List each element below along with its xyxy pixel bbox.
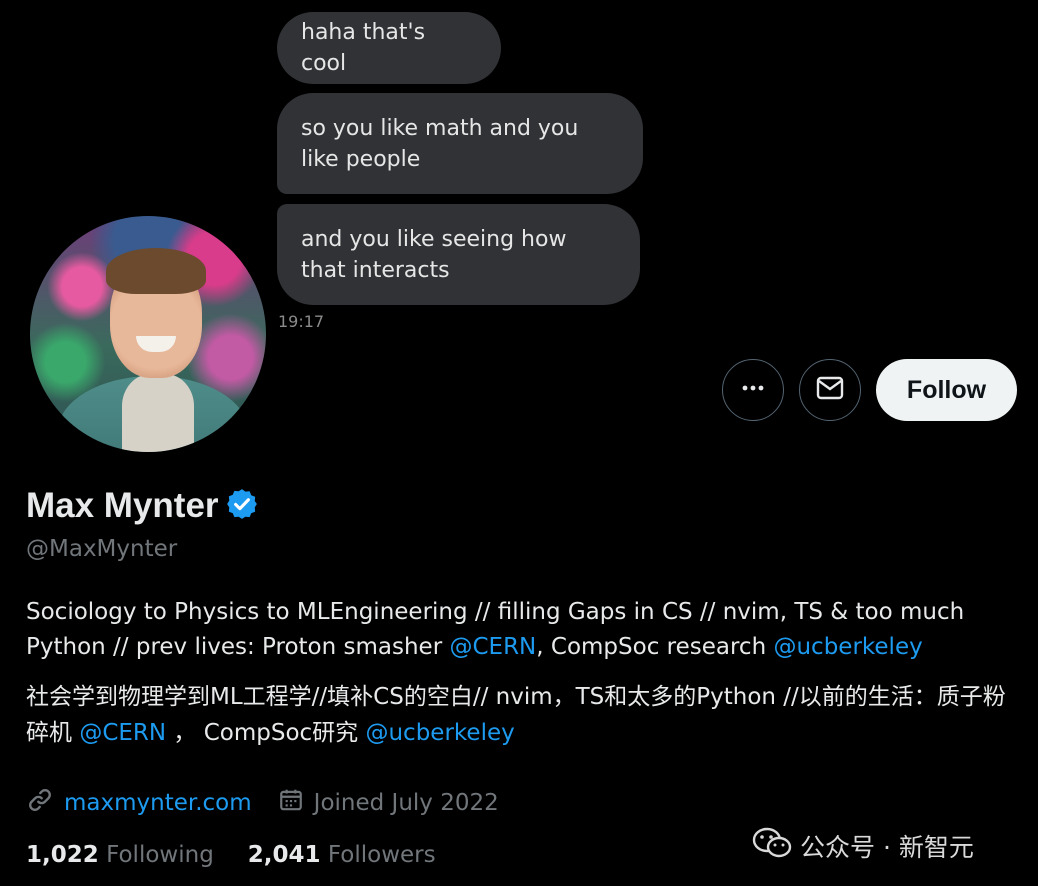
followers-stat[interactable]: 2,041 Followers bbox=[248, 842, 436, 868]
profile-bio-zh: 社会学到物理学到ML工程学//填补CS的空白// nvim，TS和太多的Pyth… bbox=[26, 679, 1026, 751]
chat-message: so you like math and you like people bbox=[277, 93, 643, 194]
chat-message-text: haha that's cool bbox=[301, 20, 426, 76]
mention-link-cern[interactable]: @CERN bbox=[449, 634, 536, 660]
profile-handle: @MaxMynter bbox=[26, 536, 178, 562]
following-stat[interactable]: 1,022 Following bbox=[26, 842, 214, 868]
profile-name: Max Mynter bbox=[26, 486, 219, 525]
bio-text: , CompSoc research bbox=[536, 634, 774, 660]
verified-badge-icon[interactable] bbox=[225, 487, 259, 525]
followers-count: 2,041 bbox=[247, 842, 321, 868]
mention-link-ucberkeley[interactable]: @ucberkeley bbox=[365, 720, 514, 746]
mention-link-ucberkeley[interactable]: @ucberkeley bbox=[773, 634, 922, 660]
envelope-icon bbox=[815, 373, 845, 407]
profile-page: haha that's cool so you like math and yo… bbox=[0, 0, 1038, 886]
profile-name-row: Max Mynter bbox=[26, 486, 259, 526]
following-label: Following bbox=[106, 842, 214, 868]
wechat-icon bbox=[752, 826, 792, 866]
chat-message-text: so you like math and you like people bbox=[301, 115, 579, 172]
watermark: 公众号 · 新智元 bbox=[752, 826, 974, 866]
profile-bio-en: Sociology to Physics to MLEngineering //… bbox=[26, 595, 1026, 665]
bio-text: ， CompSoc研究 bbox=[166, 720, 366, 746]
chat-message-text: and you like seeing how that interacts bbox=[301, 226, 567, 283]
more-button[interactable] bbox=[722, 359, 784, 421]
website-link[interactable]: maxmynter.com bbox=[64, 790, 252, 816]
avatar[interactable] bbox=[30, 216, 266, 452]
profile-stats: 1,022 Following 2,041 Followers bbox=[26, 842, 470, 868]
joined-date: Joined July 2022 bbox=[313, 790, 499, 816]
mention-link-cern[interactable]: @CERN bbox=[79, 720, 166, 746]
chat-message: and you like seeing how that interacts bbox=[277, 204, 640, 305]
chat-timestamp: 19:17 bbox=[278, 312, 325, 331]
following-count: 1,022 bbox=[26, 842, 99, 868]
message-button[interactable] bbox=[799, 359, 861, 421]
watermark-text: 公众号 · 新智元 bbox=[800, 833, 974, 862]
chat-message: haha that's cool bbox=[277, 12, 501, 84]
calendar-icon bbox=[278, 787, 304, 819]
website-item: maxmynter.com bbox=[26, 786, 252, 820]
more-horizontal-icon bbox=[741, 376, 765, 404]
profile-meta: maxmynter.com Joined July 2022 bbox=[26, 786, 525, 820]
followers-label: Followers bbox=[327, 842, 436, 868]
follow-button[interactable]: Follow bbox=[876, 359, 1017, 421]
link-icon bbox=[26, 786, 54, 820]
joined-item: Joined July 2022 bbox=[278, 787, 499, 819]
